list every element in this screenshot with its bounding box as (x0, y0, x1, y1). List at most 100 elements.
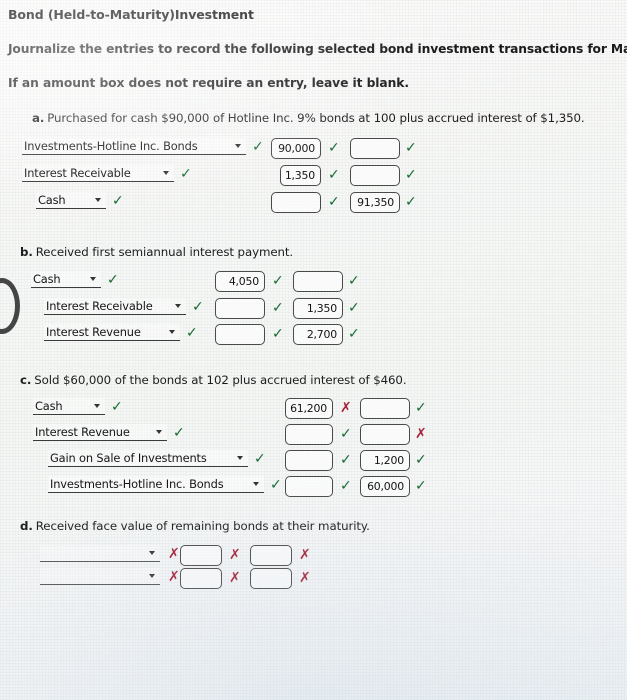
credit-amount-input[interactable]: 2,700 (293, 324, 343, 345)
part-prompt-text: Received first semiannual interest payme… (35, 245, 294, 259)
part-prompt-c: c. Sold $60,000 of the bonds at 102 plus … (20, 373, 407, 387)
account-select-value: Investments-Hotline Inc. Bonds (50, 477, 224, 491)
cross-icon: ✗ (229, 570, 241, 586)
account-select-value: Cash (33, 272, 61, 286)
checkmark-icon: ✓ (415, 452, 427, 468)
checkmark-icon: ✓ (272, 300, 284, 316)
part-prompt-d: d. Received face value of remaining bonds… (20, 519, 370, 533)
chevron-down-icon (175, 304, 181, 308)
part-prompt-text: Received face value of remaining bonds a… (35, 519, 370, 533)
account-select-value: Interest Revenue (35, 425, 130, 439)
debit-amount-input[interactable] (285, 476, 333, 497)
part-letter: b. (20, 245, 33, 259)
checkmark-icon: ✓ (348, 300, 360, 316)
debit-amount-input[interactable]: 1,350 (280, 165, 321, 186)
debit-amount-input[interactable] (215, 298, 265, 319)
part-letter: a. (32, 111, 45, 125)
account-select[interactable]: Interest Receivable (44, 298, 186, 315)
checkmark-icon: ✓ (180, 166, 192, 182)
part-prompt-a: a. Purchased for cash $90,000 of Hotline … (32, 111, 585, 125)
account-select-value: Interest Receivable (24, 166, 131, 180)
checkmark-icon: ✓ (270, 477, 282, 493)
checkmark-icon: ✓ (340, 426, 352, 442)
account-select[interactable]: Interest Receivable (22, 165, 174, 182)
checkmark-icon: ✓ (252, 139, 264, 155)
credit-amount-input[interactable] (293, 271, 343, 292)
checkmark-icon: ✓ (348, 273, 360, 289)
debit-amount-input[interactable]: 61,200 (285, 398, 333, 419)
chevron-down-icon (237, 456, 243, 460)
chevron-down-icon (94, 404, 100, 408)
worksheet-page: Bond (Held-to-Maturity)Investment Journa… (0, 0, 627, 700)
checkmark-icon: ✓ (186, 325, 198, 341)
cross-icon: ✗ (229, 547, 241, 563)
cross-icon: ✗ (299, 547, 311, 563)
credit-amount-input[interactable] (350, 165, 400, 186)
account-select-value: Cash (35, 399, 63, 413)
checkmark-icon: ✓ (112, 193, 124, 209)
debit-amount-input[interactable] (180, 568, 222, 589)
account-select[interactable] (40, 568, 160, 585)
checkmark-icon: ✓ (272, 326, 284, 342)
credit-amount-input[interactable]: 60,000 (360, 476, 410, 497)
account-select[interactable]: Interest Revenue (33, 424, 167, 441)
account-select[interactable]: Cash (31, 271, 101, 288)
chevron-down-icon (169, 330, 175, 334)
chevron-down-icon (156, 430, 162, 434)
checkmark-icon: ✓ (415, 400, 427, 416)
debit-amount-input[interactable] (285, 450, 333, 471)
checkmark-icon: ✓ (111, 399, 123, 415)
account-select[interactable]: Investments-Hotline Inc. Bonds (22, 138, 246, 155)
page-title: Bond (Held-to-Maturity)Investment (8, 7, 254, 22)
account-select[interactable]: Interest Revenue (44, 324, 180, 341)
checkmark-icon: ✓ (107, 272, 119, 288)
cross-icon: ✗ (168, 569, 180, 585)
cross-icon: ✗ (340, 400, 352, 416)
credit-amount-input[interactable] (350, 138, 400, 159)
checkmark-icon: ✓ (328, 194, 340, 210)
account-select[interactable]: Gain on Sale of Investments (48, 450, 248, 467)
credit-amount-input[interactable] (360, 424, 410, 445)
account-select[interactable]: Investments-Hotline Inc. Bonds (48, 476, 264, 493)
checkmark-icon: ✓ (405, 194, 417, 210)
part-prompt-b: b. Received first semiannual interest pay… (20, 245, 293, 259)
chevron-down-icon (90, 277, 96, 281)
credit-amount-input[interactable]: 1,350 (293, 298, 343, 319)
checkmark-icon: ✓ (405, 167, 417, 183)
part-letter: d. (20, 519, 33, 533)
checkmark-icon: ✓ (173, 425, 185, 441)
credit-amount-input[interactable]: 91,350 (350, 192, 400, 213)
debit-amount-input[interactable] (215, 324, 265, 345)
debit-amount-input[interactable]: 4,050 (215, 271, 265, 292)
checkmark-icon: ✓ (272, 273, 284, 289)
account-select[interactable]: Cash (33, 398, 105, 415)
instruction-line-1: Journalize the entries to record the fol… (8, 42, 627, 56)
account-select-value: Gain on Sale of Investments (50, 451, 207, 465)
instruction-line-2: If an amount box does not require an ent… (8, 76, 409, 90)
account-select[interactable] (40, 545, 160, 562)
credit-amount-input[interactable] (250, 568, 292, 589)
checkmark-icon: ✓ (348, 326, 360, 342)
cross-icon: ✗ (299, 570, 311, 586)
debit-amount-input[interactable]: 90,000 (271, 138, 321, 159)
part-letter: c. (20, 373, 32, 387)
chevron-down-icon (149, 574, 155, 578)
debit-amount-input[interactable] (285, 424, 333, 445)
account-select-value: Interest Revenue (46, 325, 141, 339)
debit-amount-input[interactable] (180, 545, 222, 566)
credit-amount-input[interactable] (250, 545, 292, 566)
chevron-down-icon (235, 144, 241, 148)
checkmark-icon: ✓ (340, 478, 352, 494)
checkmark-icon: ✓ (254, 451, 266, 467)
checkmark-icon: ✓ (415, 478, 427, 494)
checkmark-icon: ✓ (340, 452, 352, 468)
chevron-down-icon (149, 551, 155, 555)
credit-amount-input[interactable] (360, 398, 410, 419)
account-select-value: Investments-Hotline Inc. Bonds (24, 139, 198, 153)
chevron-down-icon (95, 198, 101, 202)
cross-icon: ✗ (168, 546, 180, 562)
debit-amount-input[interactable] (271, 192, 321, 213)
account-select[interactable]: Cash (36, 192, 106, 209)
part-prompt-text: Sold $60,000 of the bonds at 102 plus ac… (34, 373, 407, 387)
credit-amount-input[interactable]: 1,200 (360, 450, 410, 471)
